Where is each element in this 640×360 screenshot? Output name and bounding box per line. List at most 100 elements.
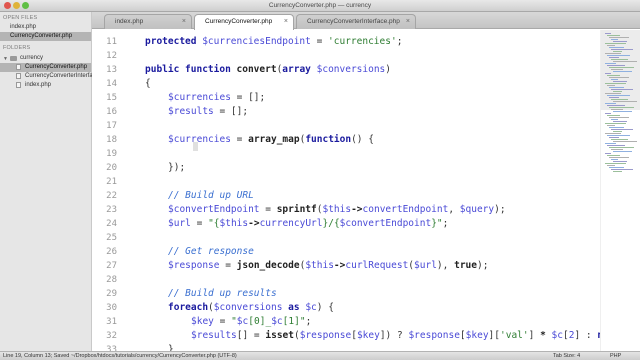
tab-label: CurrencyConverterInterface.php [307,18,400,25]
minimap-line [607,105,625,106]
status-bar: Line 19, Column 13; Saved ~/Dropbox/htdo… [0,351,640,360]
code-line-23: $convertEndpoint = sprintf($this->conver… [168,204,506,215]
minimap-line [609,77,629,78]
minimap-line [609,67,634,68]
code-line-24: $url = "{$this->currencyUrl}/{$convertEn… [168,218,449,229]
line-number: 14 [106,79,117,89]
minimap-line [607,155,620,156]
minimap-line [605,43,626,44]
minimap-line [611,89,633,90]
code-line-16: $results = []; [168,106,249,117]
line-number: 17 [106,121,117,131]
minimap-line [607,145,625,146]
folder-item-currency[interactable]: ▼ currency [0,54,91,63]
open-file-item[interactable]: index.php [0,23,91,32]
folder-file-label: CurrencyConverter.php [25,64,88,70]
code-line-32: $results[] = isset($response[$key]) ? $r… [191,330,600,341]
minimap-line [613,71,632,72]
minimap-line [613,41,627,42]
minimap-line [609,47,624,48]
line-number: 31 [106,317,117,327]
minimap-line [613,111,632,112]
open-file-label: CurrencyConverter.php [10,33,73,39]
code-line-13: public function convert(array $conversio… [145,64,391,75]
minimap-line [607,135,630,136]
line-number-gutter: 11 12 13 14 15 16 17 18 19 20 21 22 23 24 25 26 27 28 29 30… [92,30,124,351]
tab-currency-converter-interface[interactable]: CurrencyConverterInterface.php × [296,14,416,29]
minimap-line [613,121,627,122]
folders-heading: FOLDERS [3,45,31,51]
minimap-line [607,115,620,116]
minimap-line [609,37,629,38]
close-window-button[interactable] [4,2,11,9]
line-number: 12 [106,51,117,61]
minimize-window-button[interactable] [13,2,20,9]
minimap-line [611,109,623,110]
minimap-line [605,123,626,124]
minimap-line [609,97,619,98]
minimap-line [611,159,618,160]
minimap-line [605,153,611,154]
minimap-line [609,57,619,58]
code-line-15: $currencies = []; [168,92,266,103]
minimap-line [611,39,618,40]
code-line-22: // Build up URL [168,190,254,201]
title-bar: CurrencyConverter.php — currency [0,0,640,12]
maximize-window-button[interactable] [22,2,29,9]
tab-label: CurrencyConverter.php [205,18,273,25]
code-line-26: // Get response [168,246,254,257]
line-number: 27 [106,261,117,271]
minimap-line [607,85,615,86]
code-line-31: $key = "$c[0]_$c[1]"; [191,316,312,327]
minimap-line [611,99,628,100]
minimap-line [613,101,637,102]
window-title: CurrencyConverter.php — currency [268,2,372,9]
folder-file-item[interactable]: index.php [0,81,91,90]
folder-icon [10,56,17,61]
folder-file-label: index.php [25,82,52,88]
line-number: 24 [106,219,117,229]
tab-close-icon[interactable]: × [406,15,410,29]
minimap-line [607,95,630,96]
minimap-line [609,117,629,118]
tab-size-selector[interactable]: Tab Size: 4 [553,352,580,360]
code-line-27: $response = json_decode($this->curlReque… [168,260,489,271]
minimap-line [613,171,622,172]
tab-close-icon[interactable]: × [182,15,186,29]
minimap-line [605,53,621,54]
tab-close-icon[interactable]: × [284,15,288,29]
syntax-selector[interactable]: PHP [610,352,621,360]
folder-file-item[interactable]: CurrencyConverter.php [0,63,91,72]
minimap-viewport[interactable] [601,30,640,110]
code-line-29: // Build up results [168,288,277,299]
minimap-line [605,33,611,34]
folder-file-item[interactable]: CurrencyConverterInterface.php [0,72,111,81]
tab-currency-converter[interactable]: CurrencyConverter.php × [194,14,294,30]
minimap-line [607,45,615,46]
minimap-line [605,63,616,64]
minimap-line [611,119,618,120]
open-file-item[interactable]: CurrencyConverter.php [0,32,91,41]
minimap-line [607,75,620,76]
minimap-line [609,157,629,158]
tab-label: index.php [115,18,144,25]
minimap-line [605,73,611,74]
minimap-line [609,167,624,168]
code-area[interactable]: protected $currenciesEndpoint = 'currenc… [145,30,600,351]
tab-index-php[interactable]: index.php × [104,14,192,29]
sidebar: OPEN FILES index.php CurrencyConverter.p… [0,12,111,351]
minimap-line [607,165,615,166]
minimap-line [613,151,632,152]
line-number: 18 [106,135,117,145]
file-icon [16,73,21,79]
line-number: 30 [106,303,117,313]
minimap-line [607,35,620,36]
code-line-14: { [145,78,151,89]
minimap-line [607,125,615,126]
code-editor[interactable]: 11 12 13 14 15 16 17 18 19 20 21 22 23 24 25 26 27 28 29 30… [92,30,600,351]
minimap-line [613,91,622,92]
minimap[interactable] [600,30,640,351]
code-line-18: $currencies = array_map(function() { [168,134,374,145]
minimap-line [607,65,625,66]
code-line-11: protected $currenciesEndpoint = 'currenc… [145,36,403,47]
